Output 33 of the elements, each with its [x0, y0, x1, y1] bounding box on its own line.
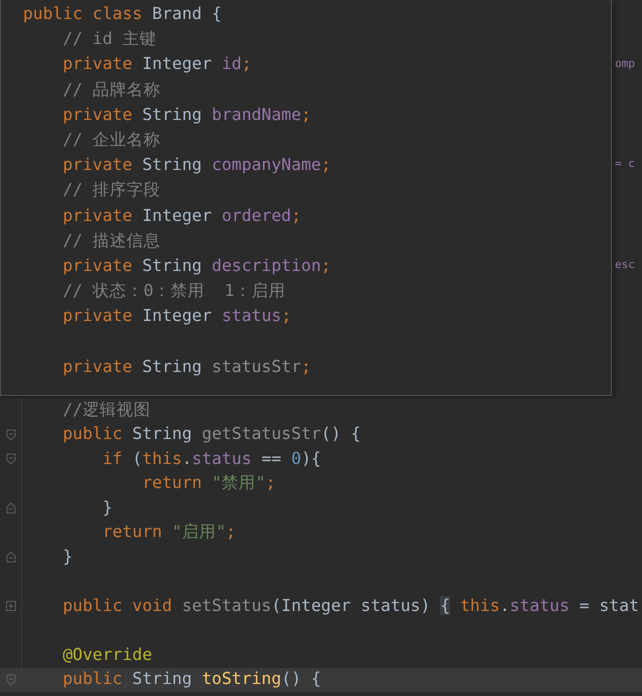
code-line: private String brandName; — [62, 104, 312, 126]
code-line: private Integer id; — [62, 53, 252, 76]
fold-end-icon[interactable] — [6, 551, 16, 564]
code-line: return "启用"; — [101, 522, 236, 542]
code-line: private Integer status; — [62, 305, 292, 328]
code-line: //逻辑视图 — [62, 400, 151, 419]
code-line: private String description; — [62, 254, 331, 277]
code-line: // 品牌名称 — [62, 78, 161, 101]
code-fragment: omp — [615, 56, 635, 72]
fold-end-icon[interactable] — [6, 502, 16, 514]
code-line: private Integer ordered; — [62, 204, 302, 227]
code-line: } — [62, 546, 73, 566]
code-line: private String companyName; — [62, 154, 331, 176]
code-fragment: esc — [615, 257, 635, 274]
code-line: private String statusStr; — [62, 356, 312, 378]
code-line: public class Brand { — [23, 3, 222, 26]
code-line: } — [101, 498, 112, 517]
code-line: public String toString() { — [62, 669, 322, 688]
code-line: // 状态：0：禁用 1：启用 — [62, 280, 286, 302]
code-line: // 排序字段 — [62, 179, 161, 202]
expand-icon[interactable] — [6, 601, 16, 612]
code-line: public String getStatusStr() { — [62, 424, 361, 444]
code-line: // id 主键 — [62, 28, 156, 50]
code-line: return "禁用"; — [141, 473, 276, 492]
code-line: @Override — [62, 644, 152, 664]
code-line: public void setStatus(Integer status) { this.status = stat — [62, 596, 639, 615]
fold-icon[interactable] — [6, 453, 16, 466]
code-line: // 描述信息 — [62, 230, 161, 252]
fold-icon[interactable] — [6, 428, 16, 441]
fold-icon[interactable] — [6, 674, 16, 686]
code-line: if (this.status == 0){ — [101, 448, 322, 468]
code-fragment: = c — [615, 156, 635, 172]
code-line: // 企业名称 — [62, 129, 161, 152]
